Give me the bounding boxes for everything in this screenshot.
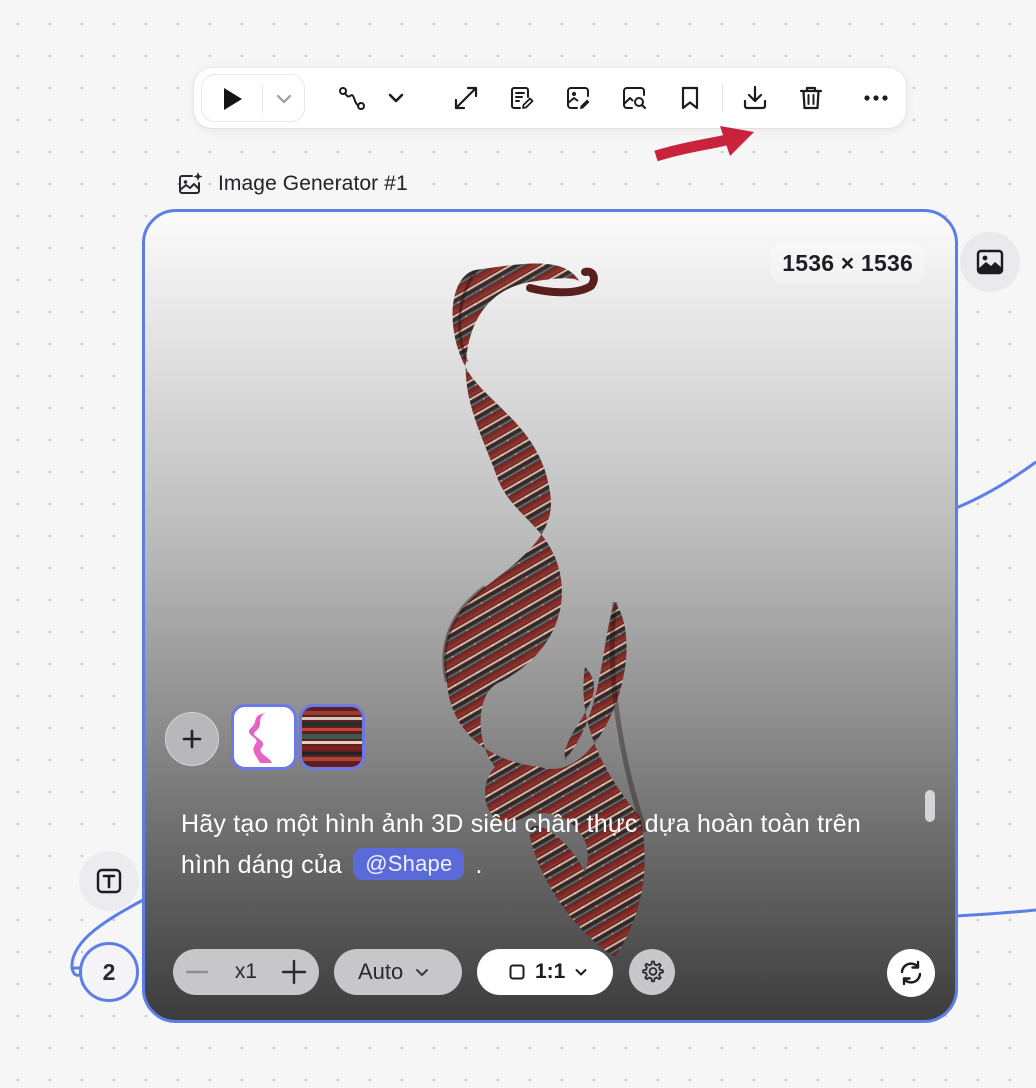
image-icon [976,249,1004,275]
toolbar-divider [722,84,723,112]
square-icon [509,964,525,980]
aspect-ratio-select[interactable]: 1:1 [477,949,613,995]
chevron-down-icon [416,969,429,976]
generated-image [442,263,648,958]
image-search-icon[interactable] [620,84,648,112]
quantity-stepper: x1 [173,949,319,995]
plus-icon [182,729,202,749]
image-edit-icon[interactable] [564,84,592,112]
text-icon [96,868,122,894]
aspect-ratio-value: 1:1 [535,960,566,983]
play-icon[interactable] [216,85,246,113]
more-horizontal-icon[interactable] [862,84,890,112]
image-output-handle[interactable] [960,232,1020,292]
reference-thumbnail-pattern[interactable] [299,704,365,770]
node-toolbar [194,68,906,128]
node-title: Image Generator #1 [178,170,408,198]
reference-thumbnail-shape[interactable] [231,704,297,770]
pattern-thumbnail [302,707,362,767]
bookmark-icon[interactable] [676,84,704,112]
trash-icon[interactable] [797,84,825,112]
expand-arrows-icon[interactable] [452,84,480,112]
mention-chip-shape[interactable]: @Shape [353,848,465,880]
prompt-text[interactable]: Hãy tạo một hình ảnh 3D siêu chân thực d… [181,804,881,886]
image-sparkle-icon [178,172,204,196]
run-separator [262,85,263,113]
text-input-handle[interactable] [79,851,139,911]
refresh-icon [900,960,922,986]
gear-icon [642,960,664,983]
add-reference-button[interactable] [165,712,219,766]
prompt-text-after: . [475,851,483,879]
curve-path-icon[interactable] [338,84,366,112]
plus-icon[interactable] [281,959,307,985]
chevron-down-icon [575,969,587,976]
chevron-down-icon[interactable] [272,87,296,111]
quantity-value: x1 [234,960,258,983]
shape-thumbnail [248,713,272,763]
node-title-label: Image Generator #1 [218,172,408,195]
prompt-text-before: Hãy tạo một hình ảnh 3D siêu chân thực d… [181,810,862,879]
run-group [201,74,305,122]
annotation-arrow [654,126,754,162]
regenerate-button[interactable] [887,949,935,997]
prompt-scrollbar[interactable] [925,790,935,822]
minus-icon[interactable] [185,960,209,984]
connection-count-badge[interactable]: 2 [79,942,139,1002]
download-icon[interactable] [741,84,769,112]
image-generator-card[interactable]: 1536 × 1536 Hãy tạo một hình ảnh 3D siêu… [142,209,958,1023]
settings-button[interactable] [629,949,675,995]
model-select-value: Auto [358,959,404,984]
model-select[interactable]: Auto [334,949,462,995]
chevron-down-icon[interactable] [382,84,410,112]
image-dimensions-badge: 1536 × 1536 [770,242,925,284]
edit-document-icon[interactable] [508,84,536,112]
